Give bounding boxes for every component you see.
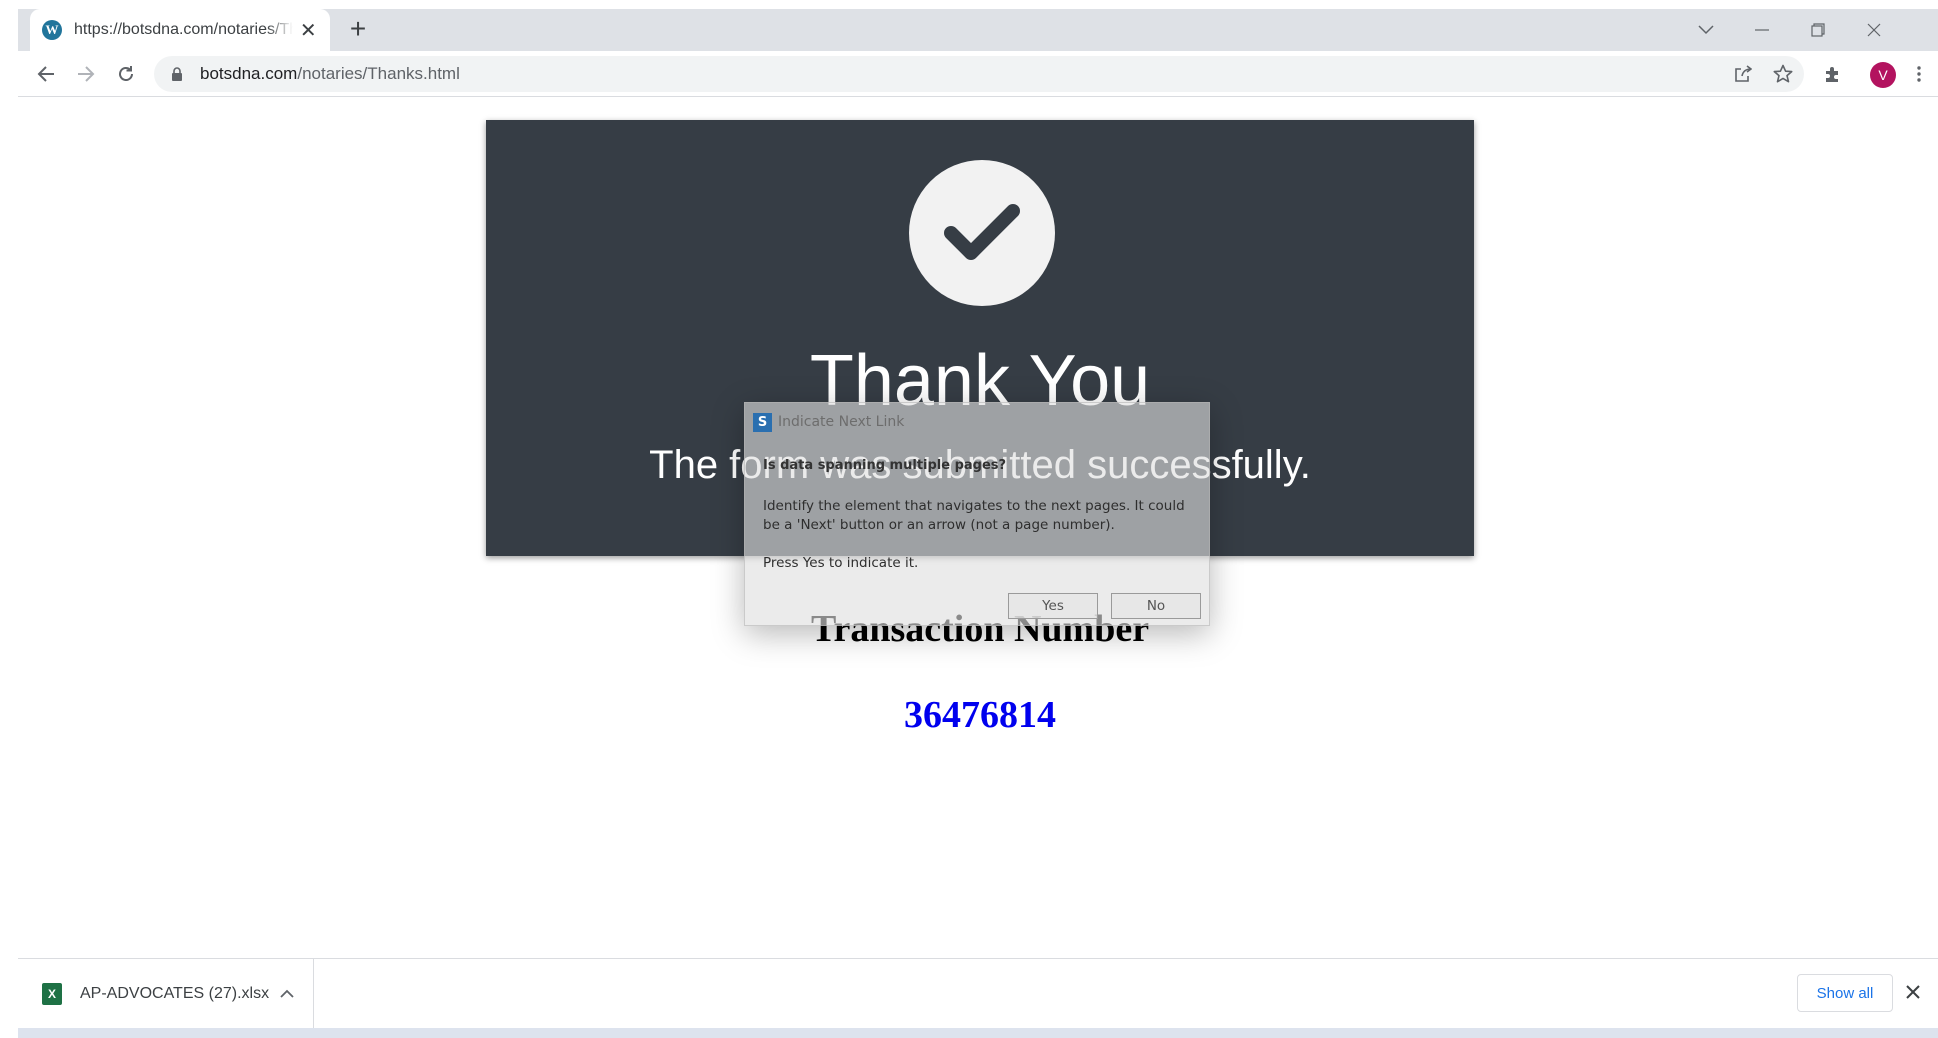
indicate-next-link-dialog: S Indicate Next Link Is data spanning mu… — [744, 402, 1210, 626]
dialog-instruction: Press Yes to indicate it. — [763, 555, 919, 571]
extensions-icon[interactable] — [1818, 59, 1848, 89]
transaction-number: 36476814 — [904, 694, 1056, 736]
menu-icon[interactable] — [1904, 59, 1934, 89]
dialog-title: Indicate Next Link — [778, 414, 905, 430]
download-file-name: AP-ADVOCATES (27).xlsx — [80, 985, 270, 1002]
tab-strip: W https://botsdna.com/notaries/Thanks.ht… — [18, 9, 1938, 51]
dialog-titlebar: S Indicate Next Link — [753, 411, 904, 433]
chevron-up-icon[interactable] — [280, 985, 294, 1003]
yes-button[interactable]: Yes — [1008, 593, 1098, 619]
check-circle-icon — [909, 160, 1055, 306]
reload-button[interactable] — [110, 58, 142, 90]
browser-tab[interactable]: W https://botsdna.com/notaries/Thanks.ht… — [30, 9, 330, 51]
forward-button[interactable] — [70, 58, 102, 90]
dialog-body: Identify the element that navigates to t… — [763, 498, 1185, 533]
bookmark-star-icon[interactable] — [1768, 59, 1798, 89]
dialog-question: Is data spanning multiple pages? — [763, 458, 1007, 473]
restore-button[interactable] — [1790, 9, 1846, 51]
tab-title: https://botsdna.com/notaries/Thanks.html — [74, 21, 293, 38]
share-icon[interactable] — [1728, 59, 1758, 89]
close-icon[interactable]: ✕ — [299, 18, 318, 43]
new-tab-button[interactable]: + — [343, 15, 373, 45]
app-logo-icon: S — [753, 412, 772, 432]
excel-file-icon: X — [42, 983, 62, 1005]
tab-search-icon[interactable] — [1678, 9, 1734, 51]
taskbar-strip — [18, 1028, 1938, 1038]
download-shelf: X AP-ADVOCATES (27).xlsx Show all — [18, 958, 1938, 1029]
lock-icon[interactable] — [168, 65, 186, 83]
back-button[interactable] — [30, 58, 62, 90]
browser-toolbar: botsdna.com/notaries/Thanks.html V — [18, 51, 1938, 97]
no-button[interactable]: No — [1111, 593, 1201, 619]
address-bar[interactable]: botsdna.com/notaries/Thanks.html — [154, 56, 1804, 92]
wordpress-icon: W — [42, 20, 62, 40]
minimize-button[interactable] — [1734, 9, 1790, 51]
browser-window: W https://botsdna.com/notaries/Thanks.ht… — [0, 0, 1938, 1038]
avatar[interactable]: V — [1870, 62, 1896, 88]
close-window-button[interactable] — [1846, 9, 1902, 51]
close-icon[interactable] — [1906, 979, 1920, 1005]
show-all-button[interactable]: Show all — [1797, 974, 1893, 1012]
url-text: botsdna.com/notaries/Thanks.html — [200, 64, 460, 83]
download-item[interactable]: X AP-ADVOCATES (27).xlsx — [18, 959, 314, 1029]
